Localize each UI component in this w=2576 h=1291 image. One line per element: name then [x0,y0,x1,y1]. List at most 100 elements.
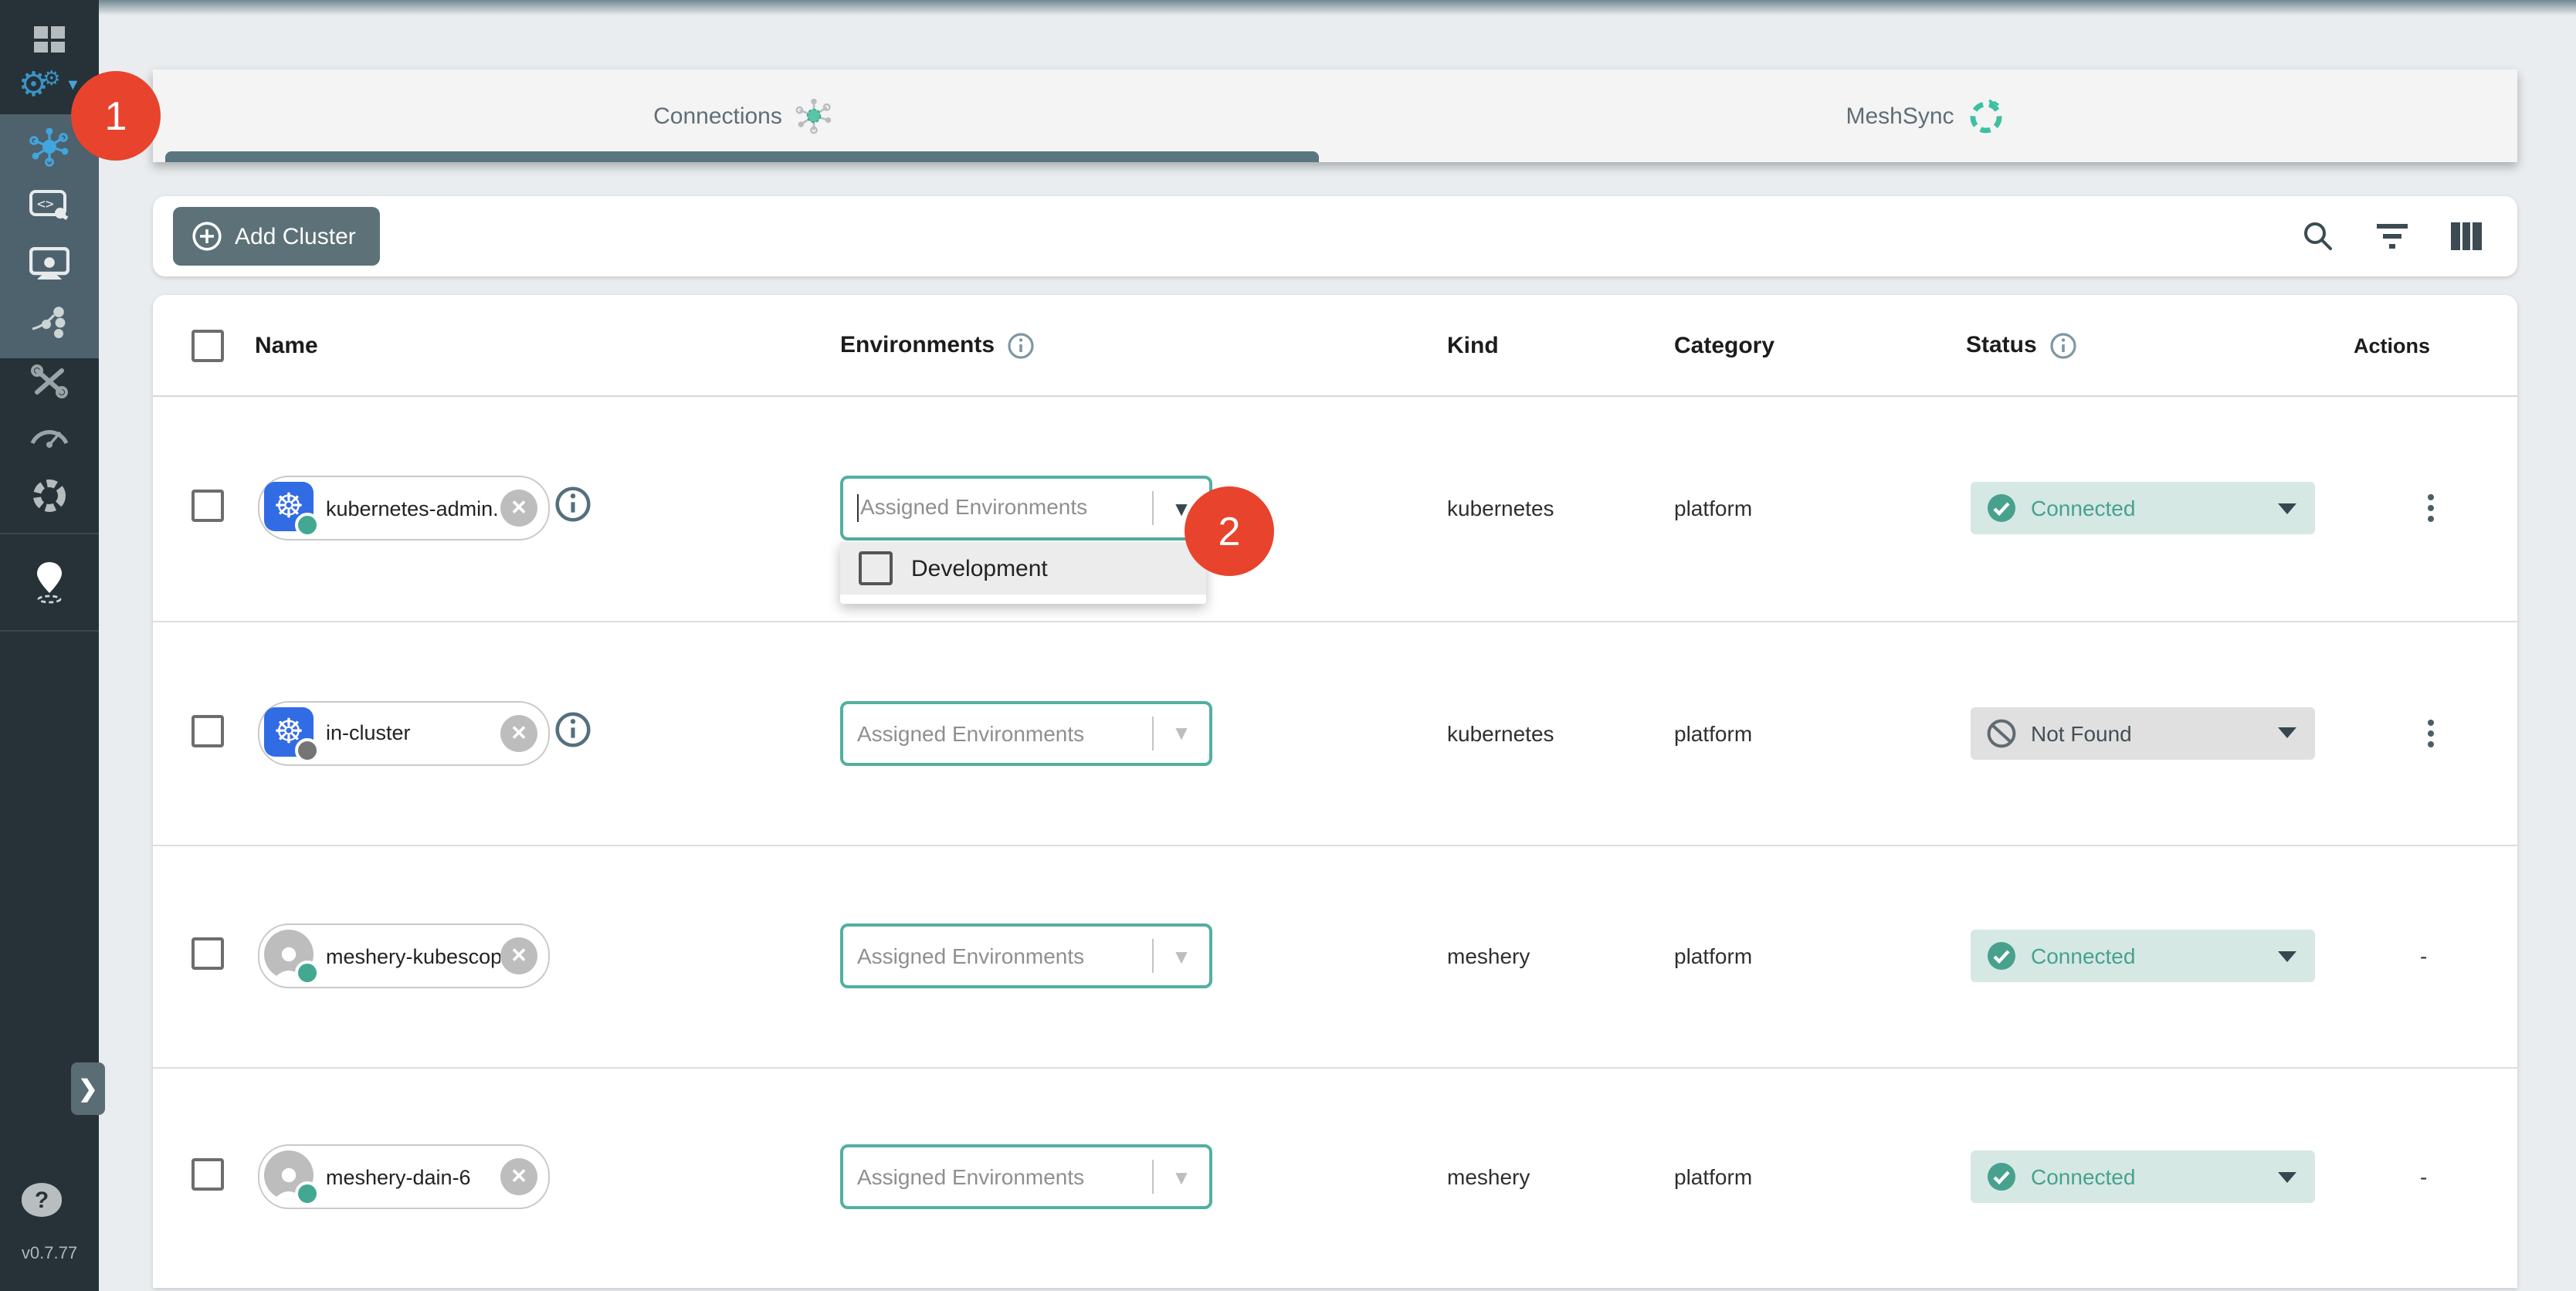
cell-category: platform [1674,1164,1752,1189]
status-dot [295,513,320,537]
connection-chip[interactable]: meshery-kubescop... ✕ [258,923,550,988]
option-checkbox[interactable] [859,551,893,585]
sidebar-item-performance[interactable] [0,406,99,465]
cell-kind: meshery [1447,1164,1530,1189]
header-kind[interactable]: Kind [1447,332,1499,358]
select-all-checkbox[interactable] [192,329,224,361]
speedometer-icon [28,422,71,449]
screen-person-icon [29,247,69,281]
header-category[interactable]: Category [1674,332,1774,358]
check-circle-icon [1986,493,2017,524]
environments-select[interactable]: Assigned Environments ▼ [840,476,1212,540]
connection-name: meshery-kubescop... [326,944,500,967]
text-cursor [857,494,859,522]
status-dot [295,961,320,985]
chevron-down-icon[interactable]: ▼ [1154,944,1209,967]
info-icon[interactable] [1007,331,1035,359]
status-label: Connected [2031,1164,2278,1189]
tab-connections[interactable]: Connections [153,69,1335,162]
remove-connection-icon[interactable]: ✕ [500,490,537,527]
row-checkbox[interactable] [192,1158,224,1191]
cell-category: platform [1674,496,1752,520]
code-wrench-icon: <> [29,188,69,222]
annotation-badge-2: 2 [1185,486,1274,576]
remove-connection-icon[interactable]: ✕ [500,1158,537,1195]
row-actions-button[interactable] [2420,719,2442,747]
meshery-avatar-icon [264,1150,317,1203]
remove-connection-icon[interactable]: ✕ [500,714,537,751]
row-actions-empty: - [2420,1164,2427,1189]
filter-icon[interactable] [2375,222,2409,250]
sidebar: ⚙⚙▼ <> [0,0,99,1291]
connection-info-icon[interactable] [554,486,591,530]
status-label: Connected [2031,944,2278,968]
kubernetes-icon: ☸ [264,706,317,759]
sidebar-item-service-mesh[interactable] [0,293,99,352]
status-label: Not Found [2031,720,2278,745]
meshsync-spinner-icon [1967,96,2007,136]
row-checkbox[interactable] [192,714,224,747]
status-select[interactable]: Connected [1971,482,2315,534]
dropdown-arrow-icon [2278,1171,2296,1182]
connections-tab-icon [795,96,835,136]
dashboard-icon [31,20,68,57]
info-icon[interactable] [2049,331,2077,359]
sidebar-item-kanvas[interactable] [0,553,99,612]
connection-chip[interactable]: meshery-dain-6 ✕ [258,1144,550,1209]
crossed-wrenches-icon [29,363,69,400]
connections-hub-icon [28,125,71,168]
sidebar-item-adapters[interactable]: <> [0,176,99,235]
status-label: Connected [2031,496,2278,520]
environments-select[interactable]: Assigned Environments ▼ [840,700,1212,765]
table-row: ☸ kubernetes-admin... ✕ Assigned Environ… [153,395,2517,621]
help-button[interactable]: ? [22,1183,62,1217]
environment-option-development[interactable]: Development [840,542,1206,595]
meshery-app: ⚙⚙▼ <> [0,0,2576,1291]
header-status[interactable]: Status [1966,331,2077,359]
dropdown-arrow-icon [2278,950,2296,961]
remove-connection-icon[interactable]: ✕ [500,937,537,974]
connections-table: Name Environments Kind Category Status A… [153,295,2517,1288]
connection-name: kubernetes-admin... [326,496,500,520]
plus-circle-icon [192,221,222,252]
search-icon[interactable] [2301,219,2335,253]
dropdown-arrow-icon [2278,727,2296,738]
add-cluster-button[interactable]: Add Cluster [173,207,381,266]
tab-meshsync[interactable]: MeshSync [1335,69,2517,162]
active-tab-indicator [165,151,1319,162]
cell-kind: meshery [1447,944,1530,968]
check-circle-icon [1986,940,2017,971]
status-select[interactable]: Not Found [1971,706,2315,759]
sidebar-item-workspaces[interactable] [0,235,99,293]
table-toolbar: Add Cluster [153,196,2517,276]
status-select[interactable]: Connected [1971,930,2315,982]
status-select[interactable]: Connected [1971,1150,2315,1203]
cell-kind: kubernetes [1447,720,1554,745]
tab-meshsync-label: MeshSync [1846,103,1954,129]
sidebar-item-toolbox[interactable] [0,352,99,411]
header-name[interactable]: Name [255,332,318,358]
connection-chip[interactable]: ☸ in-cluster ✕ [258,700,550,765]
chevron-down-icon[interactable]: ▼ [1154,1165,1209,1188]
environments-select[interactable]: Assigned Environments ▼ [840,1144,1212,1209]
option-label: Development [911,555,1048,581]
connection-chip[interactable]: ☸ kubernetes-admin... ✕ [258,476,550,540]
top-shadow [99,0,2576,15]
chevron-right-icon: ❯ [78,1075,97,1103]
row-actions-button[interactable] [2420,494,2442,522]
row-checkbox[interactable] [192,490,224,522]
view-columns-icon[interactable] [2449,221,2483,252]
chevron-down-icon[interactable]: ▼ [1154,721,1209,744]
gears-icon: ⚙⚙▼ [19,68,81,102]
slash-circle-icon [1986,717,2017,748]
environments-select[interactable]: Assigned Environments ▼ [840,923,1212,988]
sidebar-expand-button[interactable]: ❯ [71,1062,105,1115]
header-environments[interactable]: Environments [840,331,1035,359]
header-actions: Actions [2354,334,2430,357]
dropdown-arrow-icon [2278,503,2296,513]
row-checkbox[interactable] [192,937,224,970]
svg-text:<>: <> [37,196,54,212]
sidebar-item-extensions[interactable] [0,466,99,525]
extensions-icon [29,476,69,516]
connection-info-icon[interactable] [554,710,591,755]
